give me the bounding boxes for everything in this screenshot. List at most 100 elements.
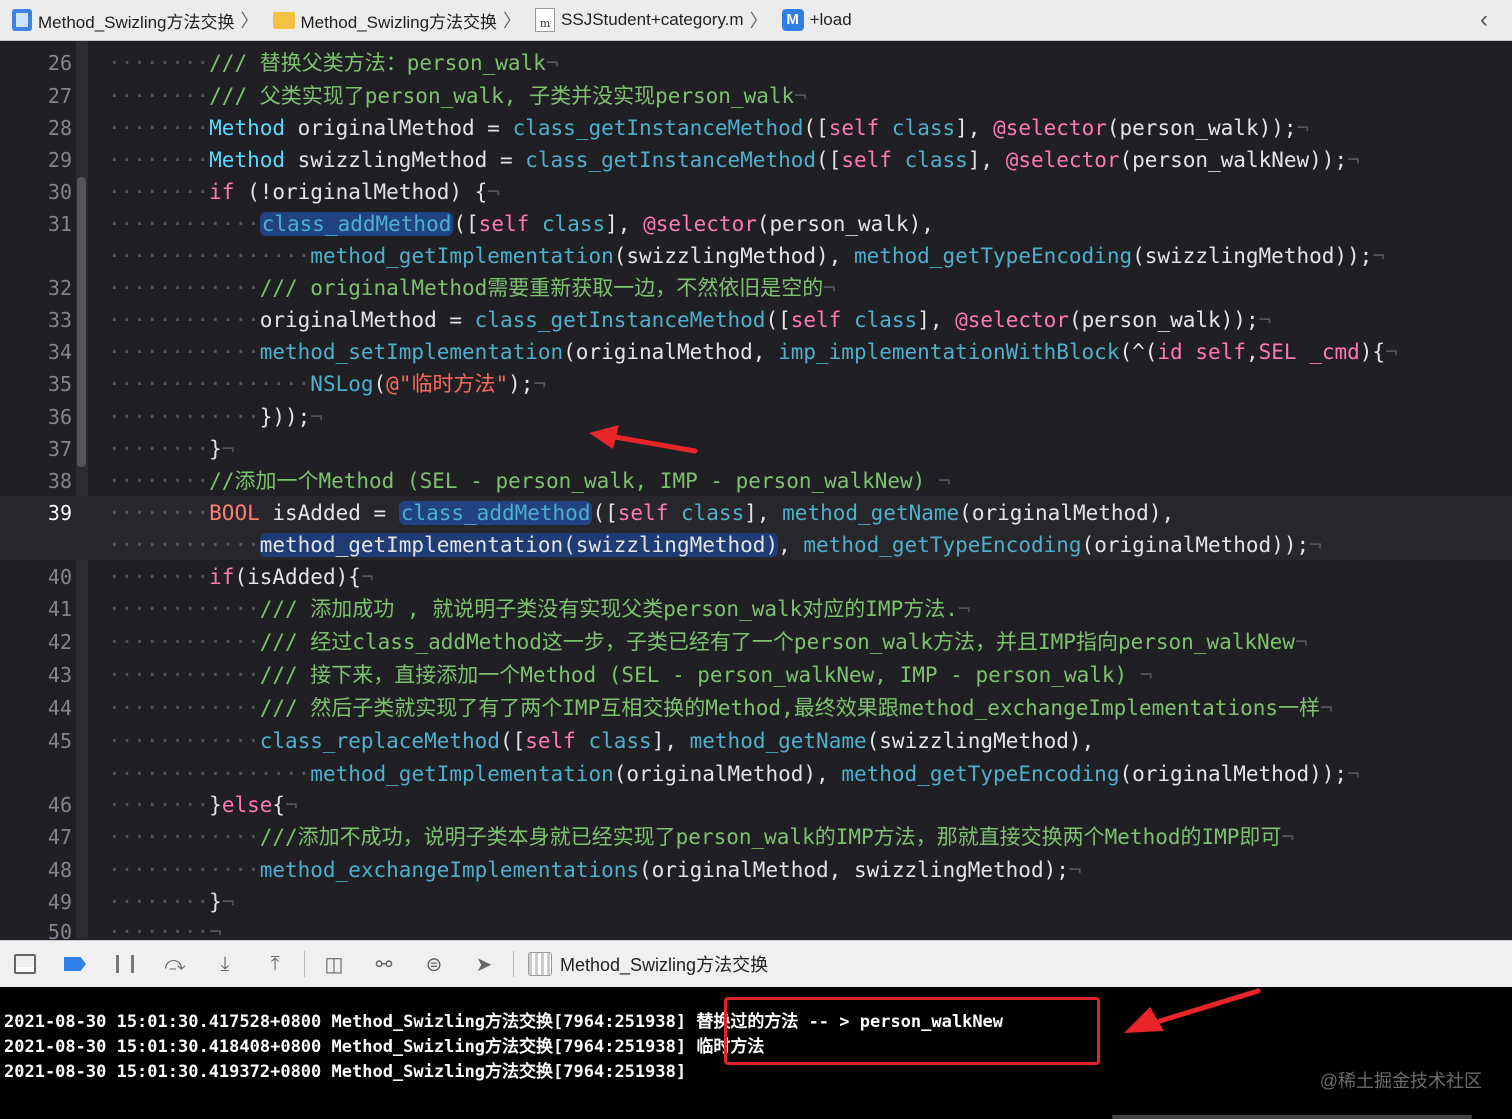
code-token: ············ [108,212,260,236]
code-token: (!originalMethod) { [234,180,488,204]
code-token: ], [651,729,690,753]
code-token: class_replaceMethod [259,729,500,753]
code-token: /// 父类实现了person_walk, 子类并没实现person_walk [209,84,795,108]
code-token: ········ [108,148,210,172]
code-token: ········ [108,469,210,493]
line-number: 48 [47,858,72,882]
code-token: (originalMethod, swizzlingMethod); [639,858,1069,882]
breakpoints-icon [64,957,86,971]
code-token: method_getImplementation(swizzlingMethod… [259,533,779,557]
code-token: ········ [108,501,210,525]
debug-console[interactable]: 2021-08-30 15:01:30.417528+0800 Method_S… [0,987,1512,1119]
code-token: class_addMethod [398,501,593,525]
breadcrumb-method[interactable]: M +load [770,0,852,40]
code-token: ············ [108,308,260,332]
code-token: ( [373,372,387,396]
breadcrumb-folder[interactable]: Method_Swizling方法交换 〉 [261,0,524,40]
pause-button[interactable] [100,941,150,987]
code-token: self [617,501,669,525]
code-token: class [891,116,956,140]
location-icon: ➤ [475,953,493,976]
code-text: ········if(isAdded){¬ [108,561,374,593]
folder-icon [272,11,295,29]
code-token: ¬ [1309,533,1322,557]
code-token: isAdded = [259,501,399,525]
breakpoints-button[interactable] [50,941,100,987]
step-over-button[interactable]: ⤼ [150,941,200,987]
environment-icon: ⊜ [425,953,443,976]
code-token: (swizzlingMethod), [613,244,854,268]
breadcrumb-label: Method_Swizling方法交换 [38,12,235,32]
code-token: @selector [1005,148,1120,172]
code-token: (person_walk)); [1068,308,1259,332]
code-token: ¬ [221,437,235,461]
code-token: ········ [108,437,210,461]
code-folding-ribbon[interactable] [76,41,88,939]
code-token: ¬ [794,84,807,108]
code-token: ········ [108,180,210,204]
code-token: @selector [643,212,757,236]
code-token: ············ [108,276,260,300]
code-text: ············/// 然后子类就实现了有了两个IMP互相交换的Meth… [108,692,1333,724]
code-text: ············}));¬ [108,401,323,433]
memory-graph-button[interactable]: ⚯ [359,941,409,987]
code-editor[interactable]: 26 ········/// 替换父类方法：person_walk¬ 27 ·····… [0,41,1512,939]
scroll-indicator[interactable] [1112,1115,1472,1119]
code-token: if [209,180,235,204]
code-token: ············ [108,696,260,720]
step-out-icon: ⤒ [270,952,280,975]
environment-button[interactable]: ⊜ [409,941,459,987]
debug-bar: ⤼ ⤓ ⤒ ◫ ⚯ ⊜ ➤ Method_Swizling方法交换 [0,940,1512,988]
chevron-left-icon[interactable]: ‹ [1480,6,1488,34]
line-number: 33 [47,308,72,332]
breadcrumb-project[interactable]: Method_Swizling方法交换 〉 [0,0,261,40]
code-token: ¬ [957,597,971,621]
code-text: ············/// 经过class_addMethod这一步，子类已… [108,626,1308,658]
code-text: ············/// 接下来，直接添加一个Method (SEL - … [108,659,1152,691]
line-number: 44 [47,696,72,720]
m-file-icon: m [535,8,556,32]
code-token: class_addMethod [259,212,454,236]
code-token: ············ [108,630,260,654]
code-token: ¬ [1068,858,1082,882]
step-out-button[interactable]: ⤒ [250,941,300,987]
code-token: method_setImplementation [259,340,564,364]
step-into-button[interactable]: ⤓ [200,941,250,987]
code-token: ········ [108,890,210,914]
console-line: 2021-08-30 15:01:30.419372+0800 Method_S… [4,1062,687,1082]
code-token: class [904,148,968,172]
code-token: else [221,793,273,817]
code-token: ············ [108,858,260,882]
code-token: ············ [108,663,260,687]
console-line: 2021-08-30 15:01:30.418408+0800 Method_S… [4,1037,765,1057]
code-token: class_getInstanceMethod [512,116,804,140]
code-token: ¬ [1347,762,1360,786]
breadcrumb-file[interactable]: m SSJStudent+category.m 〉 [523,0,770,40]
code-token: ){ [1359,340,1386,364]
code-token: ¬ [221,890,235,914]
process-name[interactable]: Method_Swizling方法交换 [560,951,768,977]
hide-console-button[interactable] [0,941,50,987]
code-token: class_getInstanceMethod [525,148,817,172]
location-button[interactable]: ➤ [459,941,509,987]
pause-icon [116,955,134,973]
memory-graph-icon: ⚯ [375,953,393,976]
code-token: ········ [108,920,210,939]
code-token: ············ [108,340,260,364]
code-token: self [790,308,842,332]
code-token: ¬ [1294,630,1308,654]
view-hierarchy-button[interactable]: ◫ [309,941,359,987]
code-token: class [853,308,918,332]
code-token: Method [209,148,286,172]
code-token: ¬ [823,276,836,300]
line-number: 34 [47,340,72,364]
code-token: ················ [108,244,311,268]
code-text: ········}¬ [108,433,234,465]
breadcrumb-label: SSJStudent+category.m [561,10,744,29]
code-token: ¬ [1296,116,1310,140]
code-token: ············ [108,405,260,429]
